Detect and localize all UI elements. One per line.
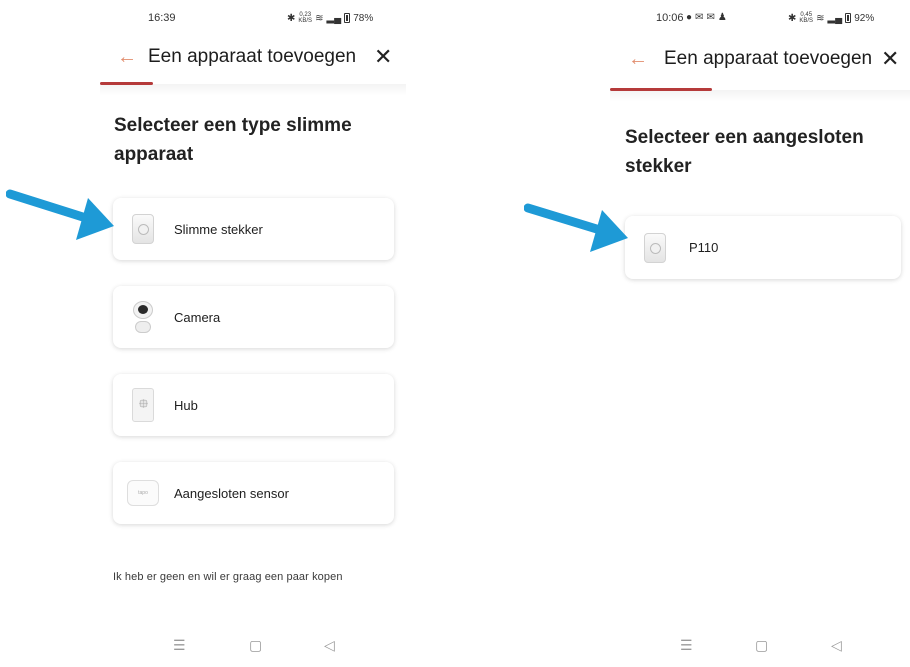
person-icon: ♟ — [717, 12, 727, 23]
progress-track — [610, 90, 910, 102]
status-icons: ✱ 0,45 KB/S ≋ ▂▄ 92% — [788, 12, 874, 24]
system-nav-bar: ☰ ▢ ◁ — [608, 627, 910, 667]
battery-icon — [344, 13, 351, 23]
close-icon[interactable]: ✕ — [881, 46, 899, 72]
device-label: P110 — [689, 240, 719, 255]
arrow-left-icon[interactable]: ← — [117, 46, 137, 69]
annotation-arrow-icon — [524, 203, 628, 252]
back-triangle-icon[interactable]: ◁ — [831, 637, 842, 654]
status-bar: 16:39 ✱ 0,23 KB/S ≋ ▂▄ 78% — [96, 10, 412, 28]
battery-level: 92% — [854, 12, 875, 24]
device-type-label: Hub — [174, 397, 198, 413]
status-icons: ✱ 0,23 KB/S ≋ ▂▄ 78% — [287, 12, 373, 24]
device-type-hub[interactable]: Hub — [113, 374, 394, 436]
status-time: 10:06 — [656, 12, 684, 24]
close-icon[interactable]: ✕ — [374, 44, 392, 70]
status-bar: 10:06 ● ✉ ✉ ♟ ✱ 0,45 KB/S ≋ ▂▄ 92% — [608, 10, 910, 28]
phone-screen-plug-select: 10:06 ● ✉ ✉ ♟ ✱ 0,45 KB/S ≋ ▂▄ 92% ← Een … — [608, 0, 910, 667]
device-type-label: Camera — [174, 309, 221, 325]
arrow-left-icon[interactable]: ← — [628, 48, 648, 71]
header: ← Een apparaat toevoegen ✕ — [96, 35, 412, 79]
notification-icons: ● ✉ ✉ ♟ — [686, 12, 727, 23]
section-heading: Selecteer een type slimme apparaat — [114, 115, 352, 165]
mail-icon: ✉ — [695, 12, 704, 23]
battery-level: 78% — [353, 12, 374, 24]
device-type-label: Aangesloten sensor — [174, 485, 289, 501]
smart-plug-icon — [129, 211, 157, 247]
hub-icon — [129, 387, 157, 423]
header: ← Een apparaat toevoegen ✕ — [608, 37, 910, 81]
network-speed: 0,45 KB/S — [799, 12, 814, 24]
device-type-sensor[interactable]: tapo Aangesloten sensor — [113, 462, 394, 524]
signal-icon: ▂▄ — [827, 12, 843, 24]
device-type-smart-plug[interactable]: Slimme stekker — [113, 198, 394, 260]
signal-icon: ▂▄ — [326, 12, 342, 24]
phone-screen-device-type: 16:39 ✱ 0,23 KB/S ≋ ▂▄ 78% ← Een apparaat… — [96, 0, 412, 667]
wifi-icon: ≋ — [816, 12, 825, 24]
buy-devices-link[interactable]: Ik heb er geen en wil er graag een paar … — [113, 571, 343, 583]
page-title: Een apparaat toevoegen — [664, 48, 873, 69]
menu-icon[interactable]: ☰ — [173, 637, 186, 654]
device-type-camera[interactable]: Camera — [113, 286, 394, 348]
device-p110[interactable]: P110 — [625, 216, 901, 279]
progress-track — [100, 84, 406, 96]
network-speed: 0,23 KB/S — [298, 12, 313, 24]
device-type-label: Slimme stekker — [174, 221, 263, 237]
mail-icon: ✉ — [706, 12, 715, 23]
annotation-arrow-icon — [6, 189, 114, 240]
sensor-brand-logo: tapo — [127, 480, 159, 506]
system-nav-bar: ☰ ▢ ◁ — [96, 627, 412, 667]
progress-bar — [100, 82, 153, 85]
sensor-icon: tapo — [125, 475, 161, 511]
camera-icon — [129, 299, 157, 335]
battery-icon — [845, 13, 852, 23]
section-heading: Selecteer een aangesloten stekker — [625, 127, 864, 177]
message-icon: ● — [686, 12, 693, 23]
page-title: Een apparaat toevoegen — [148, 46, 357, 67]
bluetooth-icon: ✱ — [788, 12, 797, 24]
menu-icon[interactable]: ☰ — [680, 637, 693, 654]
wifi-icon: ≋ — [315, 12, 324, 24]
progress-bar — [610, 88, 712, 91]
home-icon[interactable]: ▢ — [755, 637, 768, 654]
bluetooth-icon: ✱ — [287, 12, 296, 24]
back-triangle-icon[interactable]: ◁ — [324, 637, 335, 654]
home-icon[interactable]: ▢ — [249, 637, 262, 654]
status-time: 16:39 — [148, 12, 176, 24]
smart-plug-icon — [641, 230, 669, 266]
